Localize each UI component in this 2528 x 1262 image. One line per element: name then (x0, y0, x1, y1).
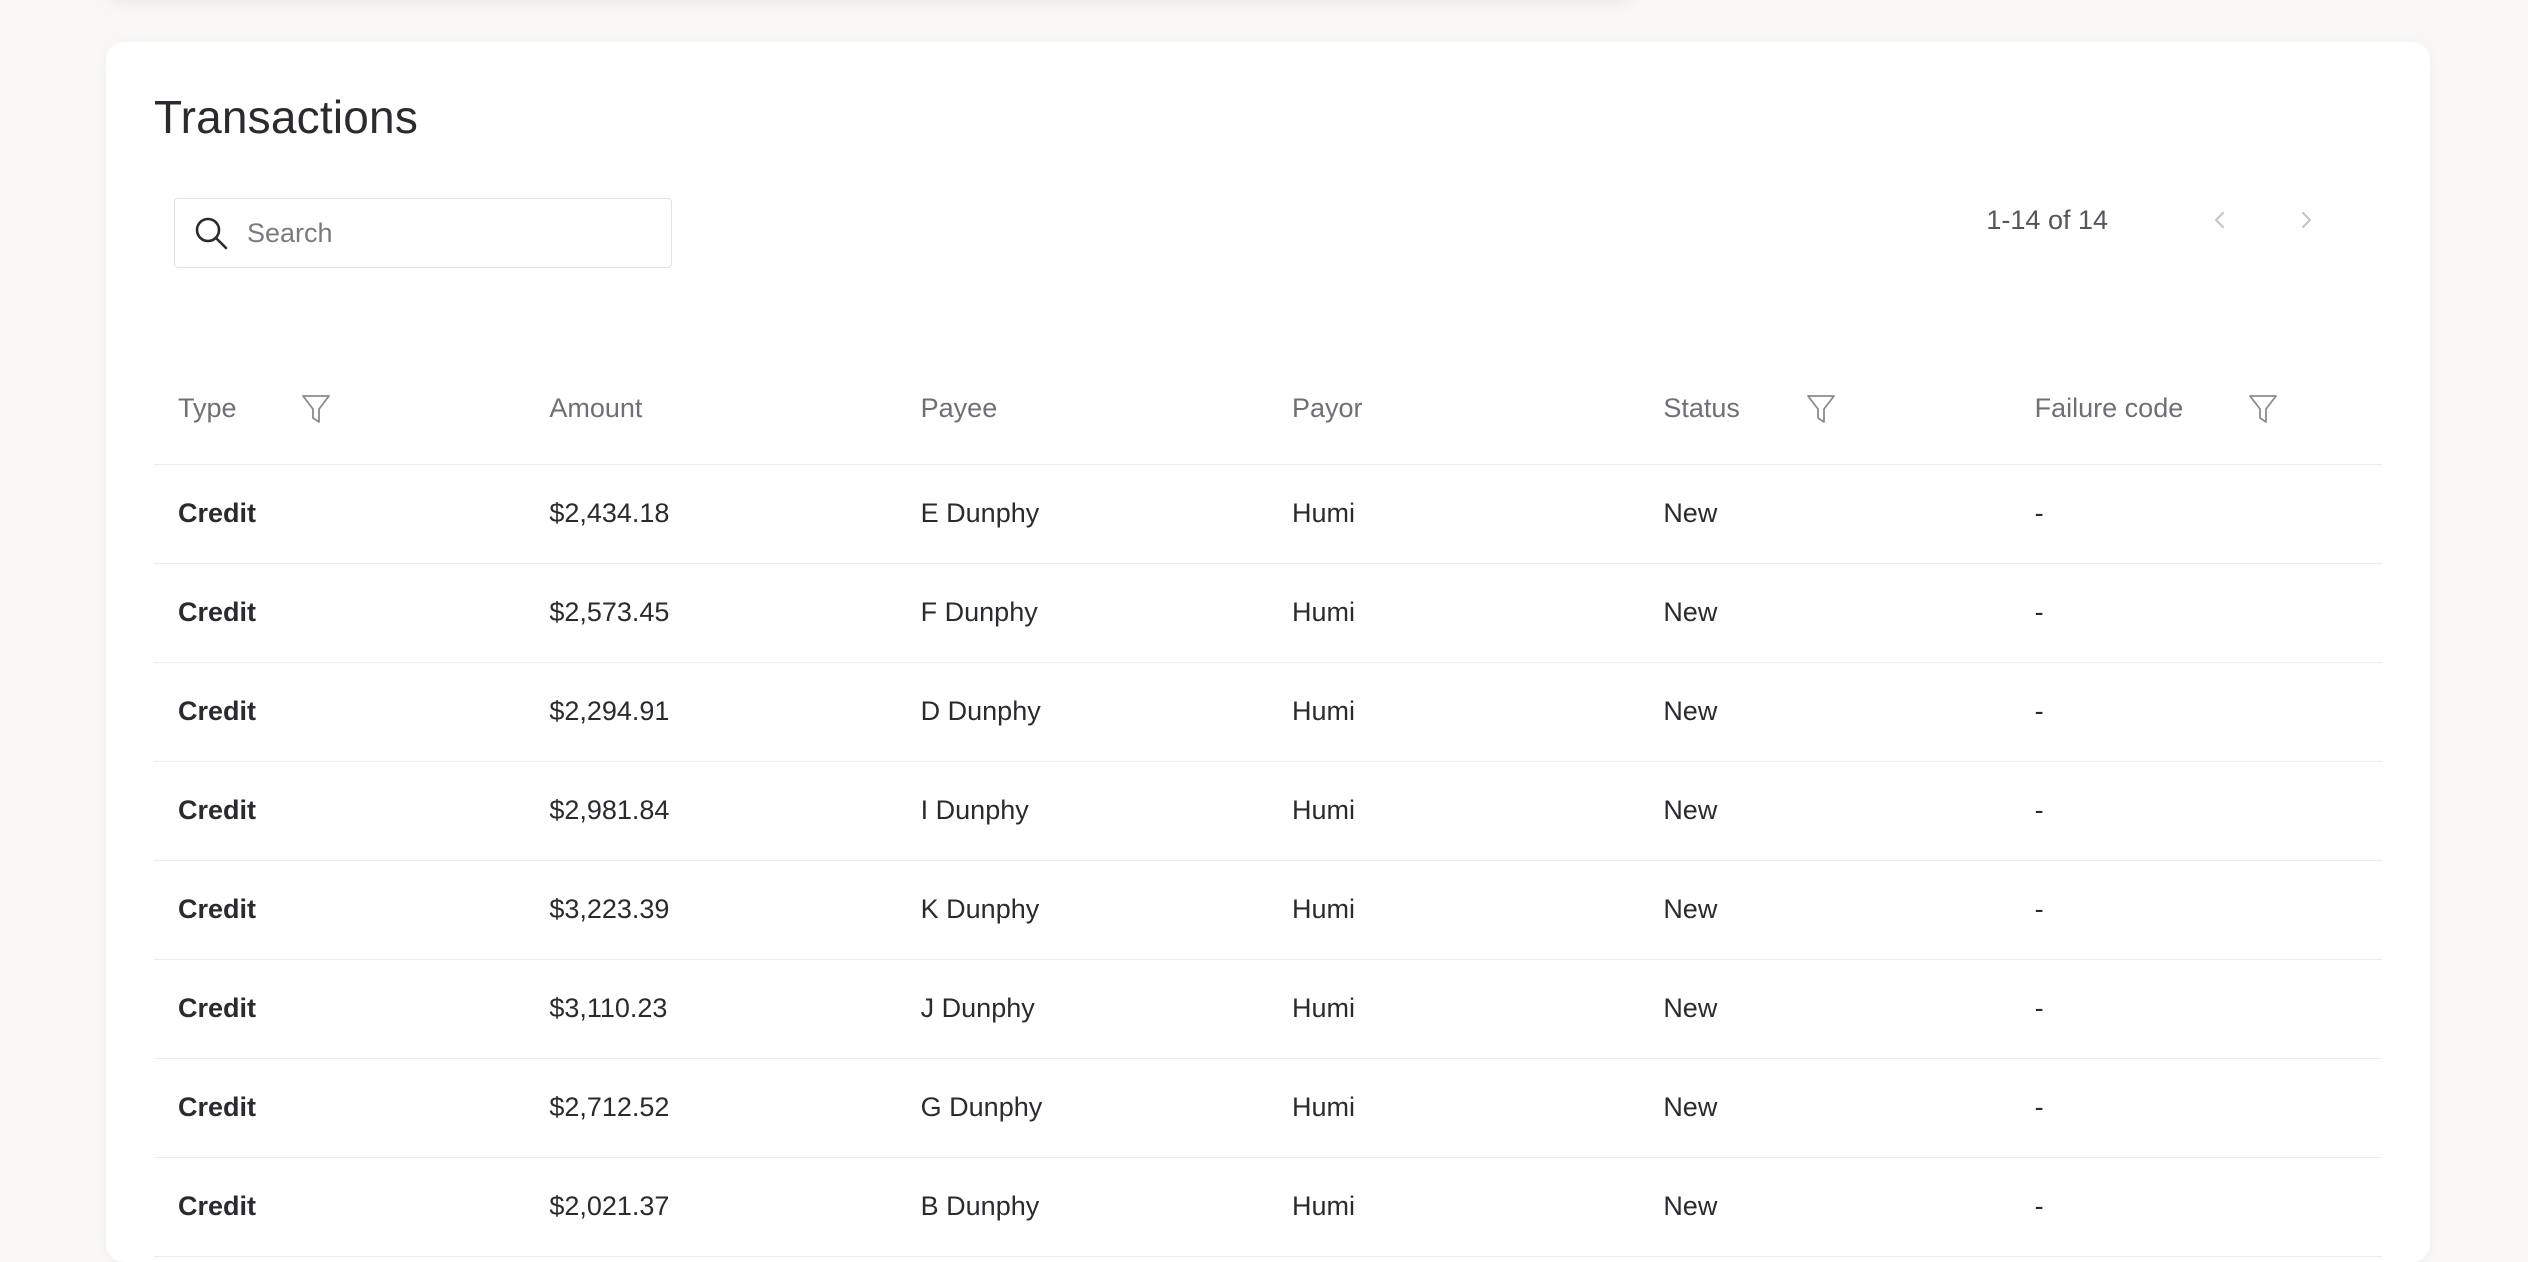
page-title: Transactions (154, 91, 419, 143)
cell-type: Credit (154, 563, 526, 663)
cell-payor: Humi (1267, 860, 1640, 960)
table-header-row: Type Amount Payee Payor Status Failure c… (154, 354, 2382, 465)
table-row[interactable]: Credit $2,573.45 F Dunphy Humi New - (154, 563, 2382, 663)
cell-amount: $3,223.39 (525, 860, 897, 960)
cell-status: New (1639, 959, 2011, 1059)
table-row[interactable]: Credit $2,712.52 G Dunphy Humi New - (154, 1058, 2382, 1158)
cell-status: New (1639, 860, 2011, 960)
cell-failure-code: - (2010, 464, 2382, 564)
column-header-type: Type (154, 354, 526, 465)
column-label-failure-code: Failure code (2034, 393, 2184, 424)
cell-payee: D Dunphy (896, 662, 1268, 762)
cell-payor: Humi (1267, 1058, 1640, 1158)
column-header-payee: Payee (896, 354, 1268, 465)
cell-type: Credit (154, 1157, 526, 1257)
cell-status: New (1639, 761, 2011, 861)
transactions-table: Type Amount Payee Payor Status Failure c… (154, 354, 2382, 1257)
cell-payee: K Dunphy (896, 860, 1268, 960)
previous-page-button[interactable] (2200, 200, 2240, 240)
column-label-payor: Payor (1291, 393, 1363, 424)
column-label-type: Type (178, 393, 237, 424)
cell-status: New (1639, 1157, 2011, 1257)
cell-payee: B Dunphy (896, 1157, 1268, 1257)
column-header-payor: Payor (1267, 354, 1640, 465)
pagination-range: 1-14 of 14 (1986, 204, 2108, 235)
cell-type: Credit (154, 761, 526, 861)
column-header-failure-code: Failure code (2010, 354, 2382, 465)
cell-amount: $2,021.37 (525, 1157, 897, 1257)
cell-payor: Humi (1267, 761, 1640, 861)
cell-status: New (1639, 563, 2011, 663)
cell-failure-code: - (2010, 563, 2382, 663)
column-label-payee: Payee (920, 393, 998, 424)
cell-type: Credit (154, 860, 526, 960)
filter-icon[interactable] (2245, 391, 2281, 427)
cell-failure-code: - (2010, 1157, 2382, 1257)
cell-failure-code: - (2010, 761, 2382, 861)
column-header-status: Status (1639, 354, 2011, 465)
cell-payee: E Dunphy (896, 464, 1268, 564)
next-page-button[interactable] (2286, 200, 2326, 240)
cell-failure-code: - (2010, 959, 2382, 1059)
cell-amount: $2,294.91 (525, 662, 897, 762)
table-row[interactable]: Credit $2,294.91 D Dunphy Humi New - (154, 662, 2382, 762)
cell-payor: Humi (1267, 464, 1640, 564)
column-label-status: Status (1663, 393, 1740, 424)
cell-failure-code: - (2010, 860, 2382, 960)
cell-amount: $2,434.18 (525, 464, 897, 564)
cell-payor: Humi (1267, 563, 1640, 663)
table-row[interactable]: Credit $2,021.37 B Dunphy Humi New - (154, 1157, 2382, 1257)
cell-payor: Humi (1267, 959, 1640, 1059)
cell-status: New (1639, 464, 2011, 564)
transactions-card: Transactions 1-14 of 14 (106, 42, 2430, 1262)
filter-icon[interactable] (1803, 391, 1839, 427)
cell-status: New (1639, 662, 2011, 762)
cell-type: Credit (154, 662, 526, 762)
column-label-amount: Amount (549, 393, 643, 424)
table-row[interactable]: Credit $3,110.23 J Dunphy Humi New - (154, 959, 2382, 1059)
pagination: 1-14 of 14 (1986, 192, 2326, 248)
cell-status: New (1639, 1058, 2011, 1158)
cell-payee: I Dunphy (896, 761, 1268, 861)
cell-failure-code: - (2010, 662, 2382, 762)
table-row[interactable]: Credit $2,434.18 E Dunphy Humi New - (154, 464, 2382, 564)
search-box[interactable] (174, 198, 672, 268)
cell-payor: Humi (1267, 662, 1640, 762)
cell-type: Credit (154, 464, 526, 564)
table-row[interactable]: Credit $3,223.39 K Dunphy Humi New - (154, 860, 2382, 960)
search-icon (191, 213, 231, 253)
cell-payor: Humi (1267, 1157, 1640, 1257)
cell-payee: G Dunphy (896, 1058, 1268, 1158)
cell-amount: $2,712.52 (525, 1058, 897, 1158)
table-row[interactable]: Credit $2,981.84 I Dunphy Humi New - (154, 761, 2382, 861)
cell-amount: $2,573.45 (525, 563, 897, 663)
filter-icon[interactable] (298, 391, 334, 427)
chevron-right-icon (2301, 211, 2312, 229)
cell-amount: $3,110.23 (525, 959, 897, 1059)
cell-amount: $2,981.84 (525, 761, 897, 861)
cell-payee: J Dunphy (896, 959, 1268, 1059)
cell-type: Credit (154, 959, 526, 1059)
cell-failure-code: - (2010, 1058, 2382, 1158)
search-input[interactable] (245, 216, 649, 250)
column-header-amount: Amount (525, 354, 897, 465)
cell-type: Credit (154, 1058, 526, 1158)
cell-payee: F Dunphy (896, 563, 1268, 663)
chevron-left-icon (2214, 211, 2225, 229)
